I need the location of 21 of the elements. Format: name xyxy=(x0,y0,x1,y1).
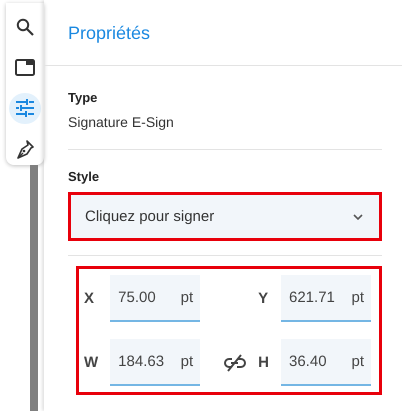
field-label: Style xyxy=(68,169,100,184)
scrollbar[interactable] xyxy=(30,165,38,411)
panel-title: Propriétés xyxy=(68,23,150,44)
tool-highlight[interactable] xyxy=(9,92,41,124)
number-field[interactable]: 621.71 pt xyxy=(281,275,371,322)
field-label: Y xyxy=(258,290,269,307)
caret-icon xyxy=(353,214,363,220)
broken-link-icon[interactable] xyxy=(224,354,246,372)
search-icon[interactable] xyxy=(16,18,34,36)
field-label: X xyxy=(84,290,96,307)
number-field[interactable]: 75.00 pt xyxy=(110,275,200,322)
style-dropdown[interactable]: Cliquez pour signer xyxy=(68,192,382,241)
field-label: W xyxy=(84,354,98,371)
window-icon[interactable] xyxy=(15,59,35,76)
number-field[interactable]: 36.40 pt xyxy=(281,339,371,386)
type-value: Signature E-Sign xyxy=(68,114,175,130)
pen-icon[interactable] xyxy=(15,139,35,160)
number-field[interactable]: 184.63 pt xyxy=(110,339,200,386)
field-label: Type xyxy=(68,90,98,105)
field-label: H xyxy=(258,354,269,371)
sliders-icon[interactable] xyxy=(16,99,34,118)
